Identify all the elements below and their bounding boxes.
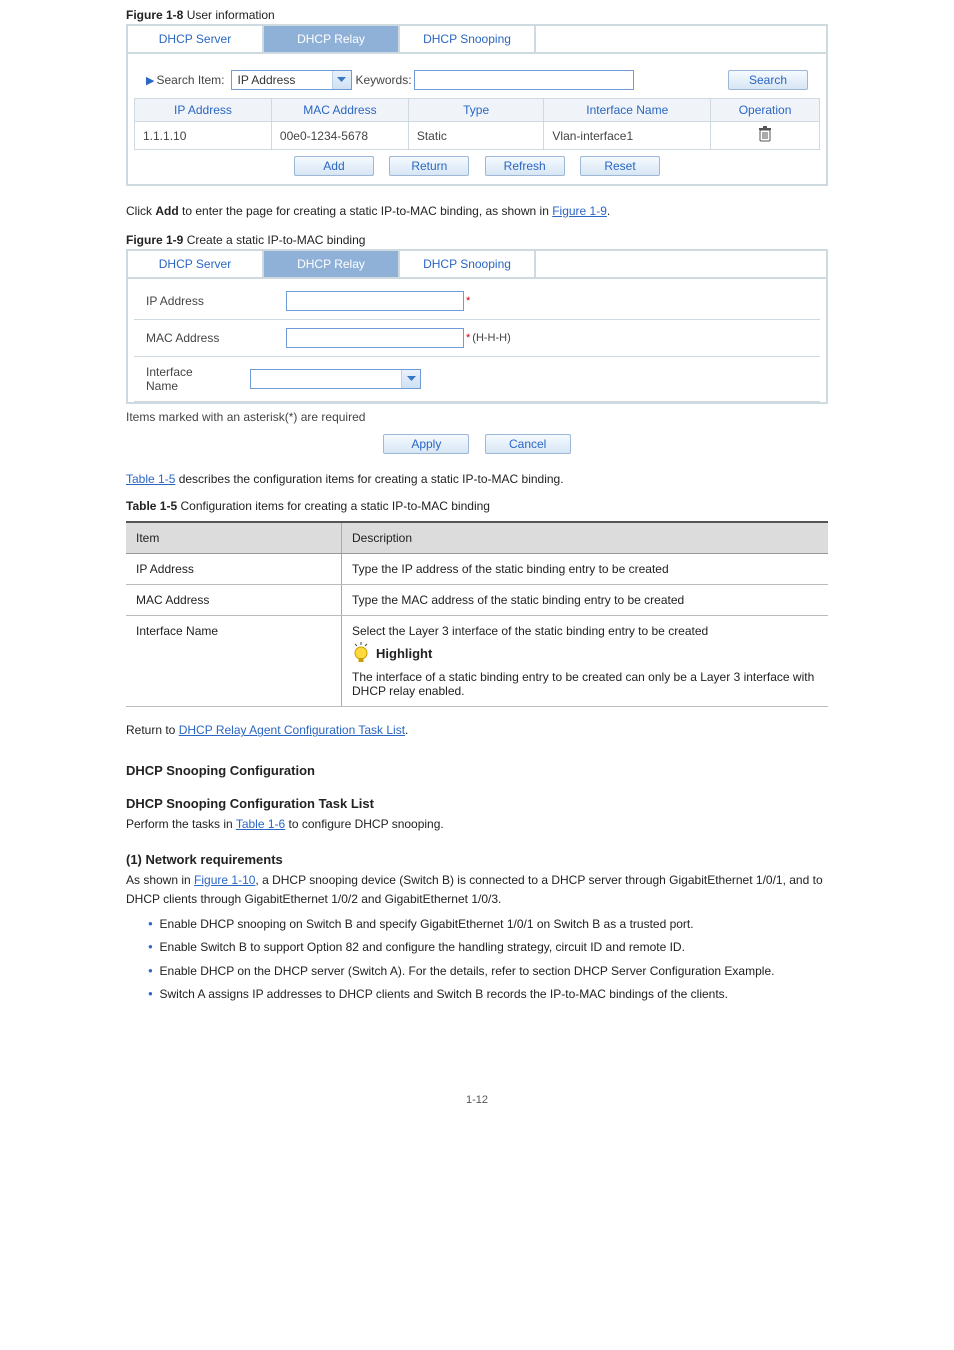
tab-dhcp-relay[interactable]: DHCP Relay — [264, 26, 400, 52]
search-item-label: Search Item: — [156, 73, 224, 87]
return-task-list-link[interactable]: DHCP Relay Agent Configuration Task List — [179, 723, 405, 737]
mac-address-label: MAC Address — [140, 331, 286, 345]
figure-1-8-caption: Figure 1-8 User information — [126, 8, 954, 22]
body-text: Table 1-5 describes the configuration it… — [126, 470, 828, 489]
body-text: Click Add to enter the page for creating… — [126, 202, 828, 221]
ip-address-input[interactable] — [286, 291, 464, 311]
interface-name-label: Interface Name — [140, 365, 210, 393]
figure-1-10-link[interactable]: Figure 1-10 — [194, 873, 255, 887]
list-item: ● Enable DHCP snooping on Switch B and s… — [148, 915, 828, 934]
interface-name-select[interactable] — [250, 369, 421, 389]
ip-address-label: IP Address — [140, 294, 286, 308]
chevron-down-icon — [401, 370, 420, 388]
search-item-select[interactable]: IP Address — [231, 70, 352, 90]
keywords-label: Keywords: — [356, 73, 412, 87]
th-item: Item — [126, 522, 342, 554]
user-info-table: IP Address MAC Address Type Interface Na… — [134, 98, 820, 150]
network-req-hdr: (1) Network requirements — [126, 852, 828, 867]
mac-address-input[interactable] — [286, 328, 464, 348]
figure-1-8: DHCP Server DHCP Relay DHCP Snooping ▶ S… — [126, 24, 828, 186]
col-type[interactable]: Type — [408, 99, 544, 122]
tabbar: DHCP Server DHCP Relay DHCP Snooping — [126, 24, 828, 52]
required-note: Items marked with an asterisk(*) are req… — [126, 404, 828, 424]
table-row: Interface Name Select the Layer 3 interf… — [126, 616, 828, 707]
required-marker: * — [466, 295, 470, 307]
tab-dhcp-server[interactable]: DHCP Server — [128, 26, 264, 52]
table-row: MAC Address Type the MAC address of the … — [126, 585, 828, 616]
th-desc: Description — [342, 522, 829, 554]
search-arrow-icon: ▶ — [146, 74, 154, 87]
figure-1-9-link[interactable]: Figure 1-9 — [552, 204, 607, 218]
tab-dhcp-relay[interactable]: DHCP Relay — [264, 251, 400, 277]
snoop-tasklist-hdr: DHCP Snooping Configuration Task List — [126, 796, 828, 811]
figure-1-9-caption: Figure 1-9 Create a static IP-to-MAC bin… — [126, 233, 954, 247]
search-button[interactable]: Search — [728, 70, 808, 90]
table-row: IP Address Type the IP address of the st… — [126, 554, 828, 585]
add-button[interactable]: Add — [294, 156, 374, 176]
list-item: ● Enable DHCP on the DHCP server (Switch… — [148, 962, 828, 981]
table-1-5-caption: Table 1-5 Configuration items for creati… — [126, 499, 954, 513]
col-ip[interactable]: IP Address — [135, 99, 272, 122]
table-row: 1.1.1.10 00e0-1234-5678 Static Vlan-inte… — [135, 122, 820, 150]
tab-dhcp-snooping[interactable]: DHCP Snooping — [400, 251, 536, 277]
chevron-down-icon — [332, 71, 351, 89]
delete-icon[interactable] — [758, 126, 772, 145]
tab-dhcp-server[interactable]: DHCP Server — [128, 251, 264, 277]
cancel-button[interactable]: Cancel — [485, 434, 571, 454]
refresh-button[interactable]: Refresh — [485, 156, 565, 176]
dhcp-snooping-heading: DHCP Snooping Configuration — [126, 763, 828, 778]
page-number: 1-12 — [0, 1094, 954, 1106]
return-button[interactable]: Return — [389, 156, 469, 176]
mac-hint: (H-H-H) — [472, 332, 510, 344]
col-mac[interactable]: MAC Address — [271, 99, 408, 122]
col-op: Operation — [711, 99, 820, 122]
bullet-list: ● Enable DHCP snooping on Switch B and s… — [126, 915, 828, 1004]
table-1-6-link[interactable]: Table 1-6 — [236, 817, 285, 831]
lightbulb-icon — [352, 642, 370, 664]
apply-button[interactable]: Apply — [383, 434, 469, 454]
keywords-input[interactable] — [414, 70, 634, 90]
table-1-5: Item Description IP Address Type the IP … — [126, 521, 828, 707]
figure-1-9: DHCP Server DHCP Relay DHCP Snooping IP … — [126, 249, 828, 454]
table-1-5-link[interactable]: Table 1-5 — [126, 472, 175, 486]
reset-button[interactable]: Reset — [580, 156, 660, 176]
list-item: ● Enable Switch B to support Option 82 a… — [148, 938, 828, 957]
list-item: ● Switch A assigns IP addresses to DHCP … — [148, 985, 828, 1004]
tab-dhcp-snooping[interactable]: DHCP Snooping — [400, 26, 536, 52]
col-ifname[interactable]: Interface Name — [544, 99, 711, 122]
highlight-label: Highlight — [376, 646, 432, 661]
